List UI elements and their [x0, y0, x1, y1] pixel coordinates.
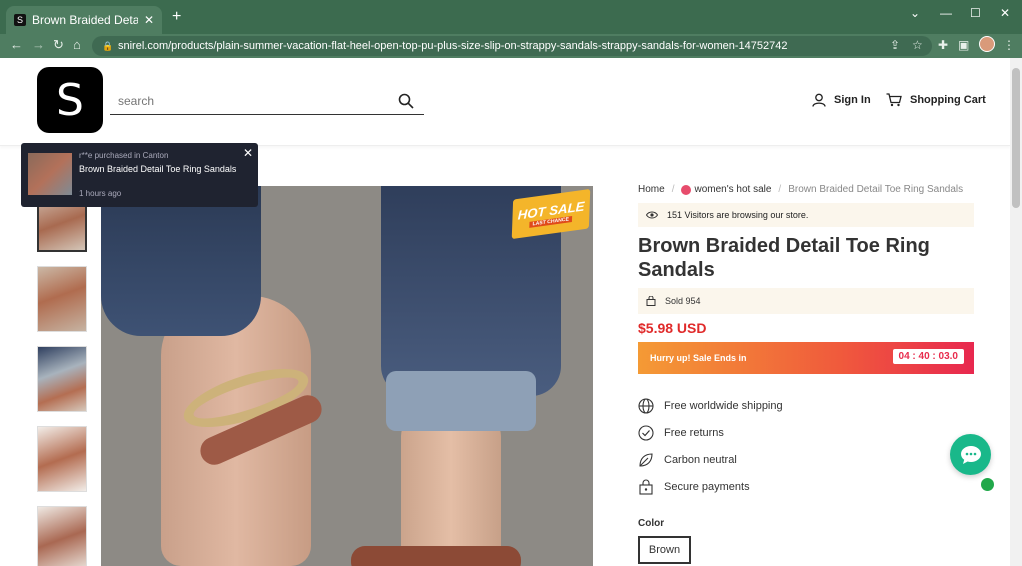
close-window-button[interactable]: ✕ [1000, 6, 1010, 20]
browser-tab-bar: S Brown Braided Detail Toe Ring S ✕ + ⌄ … [0, 0, 1022, 34]
tab-close-icon[interactable]: ✕ [144, 13, 154, 27]
user-icon [812, 93, 826, 107]
breadcrumb-current: Brown Braided Detail Toe Ring Sandals [788, 184, 964, 195]
heart-eyes-emoji-icon [681, 184, 692, 195]
address-bar[interactable]: 🔒 snirel.com/products/plain-summer-vacat… [92, 36, 932, 56]
tab-search-icon[interactable]: ⌄ [910, 6, 920, 20]
minimize-button[interactable]: — [940, 6, 952, 20]
profile-avatar[interactable] [979, 36, 995, 52]
breadcrumb-home[interactable]: Home [638, 184, 665, 195]
url-text: snirel.com/products/plain-summer-vacatio… [118, 40, 788, 52]
menu-icon[interactable]: ⋮ [1003, 38, 1015, 52]
product-price: $5.98 USD [638, 320, 707, 336]
site-logo[interactable]: S [37, 67, 103, 133]
leaf-icon [639, 453, 653, 467]
feature-label: Carbon neutral [664, 454, 737, 466]
search-input[interactable] [110, 94, 398, 108]
breadcrumb-separator: / [671, 184, 675, 195]
product-title: Brown Braided Detail Toe Ring Sandals [638, 235, 930, 281]
cart-label: Shopping Cart [910, 94, 986, 106]
product-thumbnail[interactable] [37, 426, 87, 492]
search-bar [110, 88, 424, 115]
toast-product-name[interactable]: Brown Braided Detail Toe Ring Sandals [79, 164, 236, 174]
reload-icon[interactable]: ↻ [53, 37, 64, 53]
browser-toolbar: ← → ↻ ⌂ 🔒 snirel.com/products/plain-summ… [0, 34, 1022, 58]
feature-secure: Secure payments [638, 479, 750, 495]
toast-time: 1 hours ago [79, 189, 122, 198]
sale-countdown-banner: Hurry up! Sale Ends in 04 : 40 : 03.0 [638, 342, 974, 374]
site-header: S Sign In Shopping Cart [0, 58, 1010, 146]
cart-icon [886, 93, 902, 107]
toast-product-image[interactable] [28, 153, 72, 195]
eye-icon [646, 211, 658, 219]
product-thumbnail[interactable] [37, 346, 87, 412]
chat-bubble-icon [960, 445, 981, 464]
maximize-button[interactable]: ☐ [970, 6, 981, 20]
sale-ends-text: Hurry up! Sale Ends in [650, 353, 747, 363]
visitors-text: 151 Visitors are browsing our store. [667, 210, 809, 220]
new-tab-button[interactable]: + [172, 8, 181, 26]
tab-title: Brown Braided Detail Toe Ring S [32, 13, 138, 27]
main-product-image[interactable]: HOT SALE LAST CHANCE [101, 186, 593, 566]
check-circle-icon [638, 425, 654, 441]
feature-label: Secure payments [664, 481, 750, 493]
chat-status-badge [979, 476, 996, 493]
countdown-timer: 04 : 40 : 03.0 [892, 349, 964, 364]
chat-button[interactable] [950, 434, 991, 475]
feature-label: Free returns [664, 427, 724, 439]
toast-close-icon[interactable]: ✕ [243, 146, 253, 160]
color-option-brown[interactable]: Brown [638, 536, 691, 564]
browser-tab[interactable]: S Brown Braided Detail Toe Ring S ✕ [6, 6, 162, 34]
visitors-banner: 151 Visitors are browsing our store. [638, 203, 974, 227]
feature-returns: Free returns [638, 425, 724, 441]
sidebar-icon[interactable]: ▣ [958, 38, 969, 52]
sold-count-banner: Sold 954 [638, 288, 974, 314]
feature-shipping: Free worldwide shipping [638, 398, 783, 414]
image-sandal-sole [351, 546, 521, 566]
feature-carbon: Carbon neutral [638, 452, 737, 468]
thumbnail-list [37, 186, 87, 566]
color-label: Color [638, 518, 665, 529]
shopping-bag-icon [646, 296, 656, 306]
favicon-icon: S [14, 14, 26, 26]
home-icon[interactable]: ⌂ [73, 37, 81, 52]
scrollbar-thumb[interactable] [1012, 68, 1020, 208]
forward-icon[interactable]: → [32, 37, 45, 52]
toast-buyer-text: r**e purchased in Canton [79, 151, 169, 160]
feature-label: Free worldwide shipping [664, 400, 783, 412]
purchase-toast: r**e purchased in Canton Brown Braided D… [21, 143, 258, 207]
image-jeans-left [101, 186, 261, 336]
extensions-icon[interactable]: ✚ [938, 38, 948, 52]
product-thumbnail[interactable] [37, 506, 87, 566]
bookmark-star-icon[interactable]: ☆ [912, 38, 923, 52]
page: S Sign In Shopping Cart [0, 58, 1010, 566]
product-thumbnail[interactable] [37, 266, 87, 332]
image-jeans-cuff [386, 371, 536, 431]
shopping-cart-link[interactable]: Shopping Cart [886, 93, 986, 107]
breadcrumb-separator: / [778, 184, 782, 195]
breadcrumb: Home / women's hot sale / Brown Braided … [638, 184, 963, 195]
breadcrumb-category[interactable]: women's hot sale [694, 184, 771, 195]
share-icon[interactable]: ⇪ [890, 38, 900, 52]
image-leg-right [401, 416, 501, 566]
page-scrollbar[interactable] [1010, 58, 1022, 566]
sign-in-label: Sign In [834, 94, 871, 106]
back-icon[interactable]: ← [10, 37, 23, 52]
globe-icon [638, 398, 654, 414]
sign-in-link[interactable]: Sign In [812, 93, 871, 107]
lock-icon: 🔒 [102, 41, 114, 51]
search-icon[interactable] [398, 93, 414, 109]
sold-count-text: Sold 954 [665, 296, 701, 306]
secure-lock-icon [639, 479, 653, 495]
